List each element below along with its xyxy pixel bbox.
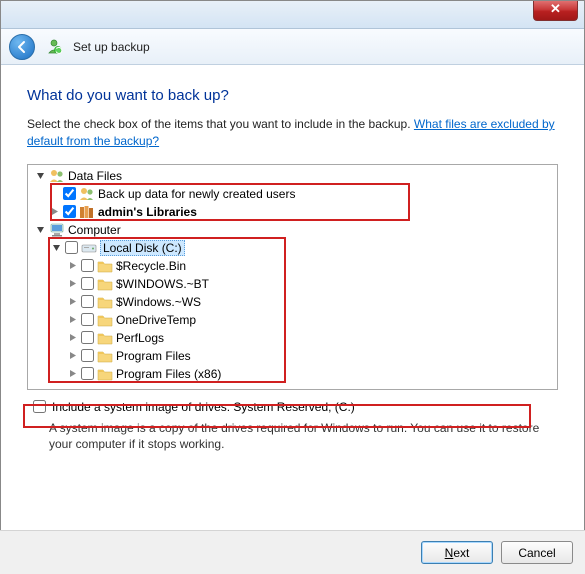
- tree-label: OneDriveTemp: [116, 313, 196, 327]
- tree-node-folder[interactable]: $Windows.~WS: [30, 293, 555, 311]
- tree-label: Local Disk (C:): [100, 240, 185, 256]
- folder-icon: [97, 330, 113, 346]
- tree-node-folder[interactable]: Program Files: [30, 347, 555, 365]
- system-image-row: Include a system image of drives: System…: [33, 400, 558, 414]
- expander-icon[interactable]: [67, 296, 78, 307]
- system-image-checkbox[interactable]: [33, 400, 46, 413]
- wizard-header: Set up backup: [1, 29, 584, 65]
- checkbox[interactable]: [81, 349, 94, 362]
- expander-icon[interactable]: [67, 314, 78, 325]
- folder-icon: [97, 312, 113, 328]
- tree-node-backup-new-users[interactable]: Back up data for newly created users: [30, 185, 555, 203]
- expander-icon[interactable]: [67, 350, 78, 361]
- page-instruction: Select the check box of the items that y…: [27, 116, 558, 150]
- tree-node-folder[interactable]: $WINDOWS.~BT: [30, 275, 555, 293]
- checkbox[interactable]: [81, 313, 94, 326]
- checkbox[interactable]: [63, 205, 76, 218]
- cancel-button[interactable]: Cancel: [501, 541, 573, 564]
- wizard-footer: Next Cancel: [0, 530, 585, 574]
- system-image-description: A system image is a copy of the drives r…: [49, 420, 558, 454]
- tree-label: PerfLogs: [116, 331, 164, 345]
- expander-icon[interactable]: [49, 206, 60, 217]
- tree-label: $Recycle.Bin: [116, 259, 186, 273]
- system-image-label: Include a system image of drives: System…: [52, 400, 355, 414]
- backup-icon: [45, 38, 63, 56]
- tree-node-folder[interactable]: $Recycle.Bin: [30, 257, 555, 275]
- tree-label: Computer: [68, 223, 121, 237]
- folder-icon: [97, 348, 113, 364]
- tree-label: Program Files (x86): [116, 367, 221, 381]
- window-titlebar: ✕: [1, 1, 584, 29]
- computer-icon: [49, 222, 65, 238]
- expander-icon[interactable]: [51, 242, 62, 253]
- tree-label: Back up data for newly created users: [98, 187, 295, 201]
- expander-icon[interactable]: [35, 224, 46, 235]
- expander-icon[interactable]: [67, 332, 78, 343]
- tree-node-folder[interactable]: Program Files (x86): [30, 365, 555, 383]
- folder-icon: [97, 258, 113, 274]
- tree-node-admin-libraries[interactable]: admin's Libraries: [30, 203, 555, 221]
- users-icon: [79, 186, 95, 202]
- tree-node-local-disk[interactable]: Local Disk (C:): [30, 239, 555, 257]
- tree-label: admin's Libraries: [98, 205, 197, 219]
- back-button[interactable]: [9, 34, 35, 60]
- drive-icon: [81, 240, 97, 256]
- page-heading: What do you want to back up?: [27, 87, 558, 104]
- tree-label: Program Files: [116, 349, 191, 363]
- checkbox[interactable]: [81, 331, 94, 344]
- checkbox[interactable]: [81, 367, 94, 380]
- tree-label: $WINDOWS.~BT: [116, 277, 209, 291]
- checkbox[interactable]: [63, 187, 76, 200]
- arrow-left-icon: [15, 40, 29, 54]
- expander-icon[interactable]: [67, 278, 78, 289]
- expander-icon[interactable]: [35, 170, 46, 181]
- wizard-content: What do you want to back up? Select the …: [1, 65, 584, 461]
- expander-icon[interactable]: [67, 260, 78, 271]
- library-icon: [79, 204, 95, 220]
- checkbox[interactable]: [81, 259, 94, 272]
- tree-node-folder[interactable]: OneDriveTemp: [30, 311, 555, 329]
- backup-tree[interactable]: Data Files Back up data for newly create…: [27, 164, 558, 390]
- folder-icon: [97, 294, 113, 310]
- folder-icon: [97, 276, 113, 292]
- folder-icon: [97, 366, 113, 382]
- tree-node-computer[interactable]: Computer: [30, 221, 555, 239]
- checkbox[interactable]: [65, 241, 78, 254]
- instruction-text: Select the check box of the items that y…: [27, 117, 414, 131]
- tree-node-folder[interactable]: PerfLogs: [30, 329, 555, 347]
- expander-icon[interactable]: [67, 368, 78, 379]
- checkbox[interactable]: [81, 277, 94, 290]
- checkbox[interactable]: [81, 295, 94, 308]
- users-icon: [49, 168, 65, 184]
- tree-node-data-files[interactable]: Data Files: [30, 167, 555, 185]
- tree-label: $Windows.~WS: [116, 295, 201, 309]
- tree-label: Data Files: [68, 169, 122, 183]
- close-button[interactable]: ✕: [533, 1, 578, 21]
- next-button[interactable]: Next: [421, 541, 493, 564]
- wizard-title: Set up backup: [73, 40, 150, 54]
